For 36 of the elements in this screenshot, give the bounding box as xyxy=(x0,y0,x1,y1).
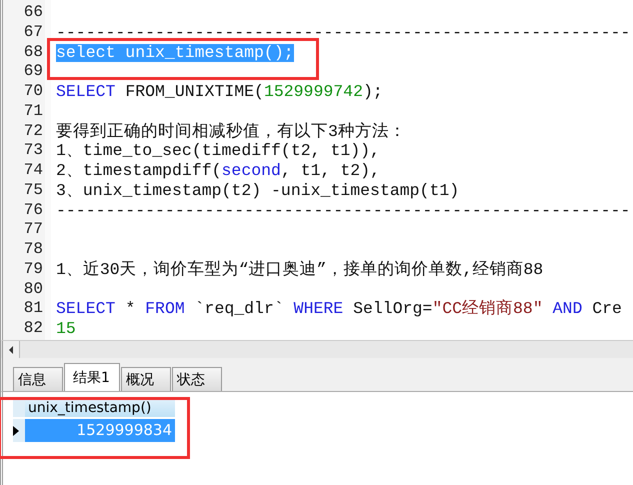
code-line: 3、unix_timestamp(t2) -unix_timestamp(t1) xyxy=(56,182,460,200)
code-line: 2、timestampdiff(second, t1, t2), xyxy=(56,162,380,180)
code-line: SELECT FROM_UNIXTIME(1529999742); xyxy=(56,83,383,101)
code-line: 要得到正确的时间相减秒值，有以下3种方法： xyxy=(56,122,406,140)
line-number: 80 xyxy=(22,280,44,300)
horizontal-scrollbar[interactable] xyxy=(0,340,633,358)
tab[interactable]: 结果1 xyxy=(64,363,120,391)
left-arrow-icon xyxy=(8,346,14,354)
line-number: 74 xyxy=(22,161,44,181)
column-header[interactable]: unix_timestamp() xyxy=(25,399,175,417)
line-number: 71 xyxy=(22,102,44,122)
line-number: 70 xyxy=(22,82,44,102)
line-number: 66 xyxy=(22,3,44,23)
row-header xyxy=(13,399,25,417)
code-line: 15 xyxy=(56,320,76,338)
line-number: 79 xyxy=(22,260,44,280)
line-number: 73 xyxy=(22,141,44,161)
tab[interactable]: 信息 xyxy=(13,367,63,391)
tab[interactable]: 状态 xyxy=(172,367,222,391)
code-line: 1、time_to_sec(timediff(t2, t1)), xyxy=(56,142,380,160)
code-line: ---------------------------------------------------------- xyxy=(56,202,630,220)
line-number: 67 xyxy=(22,22,44,42)
line-number: 69 xyxy=(22,62,44,82)
line-number: 82 xyxy=(22,319,44,339)
code-line: 1、近30天，询价车型为“进口奥迪”，接单的询价单数,经销商88 xyxy=(56,260,544,279)
line-number: 76 xyxy=(22,200,44,220)
tab[interactable]: 概况 xyxy=(121,367,171,391)
line-number: 78 xyxy=(22,240,44,260)
scroll-left-button[interactable] xyxy=(3,341,20,358)
line-number: 72 xyxy=(22,122,44,142)
code-line: ---------------------------------------------------------- xyxy=(56,24,630,42)
line-number: 75 xyxy=(22,180,44,200)
line-number: 81 xyxy=(22,299,44,319)
line-number: 77 xyxy=(22,220,44,240)
line-number: 68 xyxy=(22,42,44,62)
code-line: SELECT * FROM `req_dlr` WHERE SellOrg="CC经销商88" AND Cre xyxy=(56,300,622,318)
